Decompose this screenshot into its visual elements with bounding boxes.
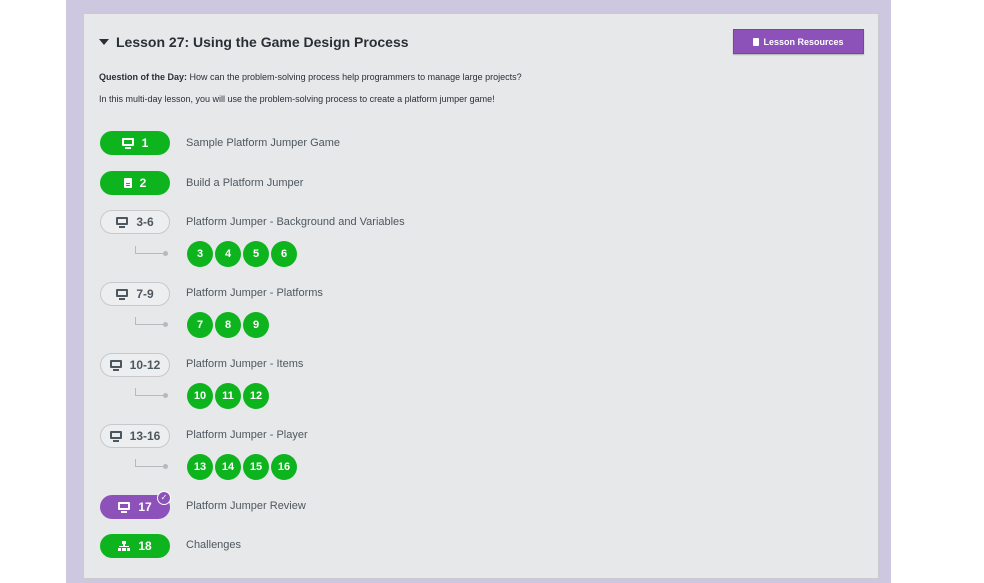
question-label: Question of the Day: <box>99 72 188 82</box>
sublevel-bubble[interactable]: 5 <box>243 241 269 267</box>
lesson-title: Lesson 27: Using the Game Design Process <box>116 34 409 50</box>
level-title[interactable]: Platform Jumper Review <box>186 500 306 512</box>
level-title[interactable]: Challenges <box>186 539 241 551</box>
sublevel-group: 10 11 12 <box>187 383 269 409</box>
level-title[interactable]: Platform Jumper - Background and Variabl… <box>186 216 405 228</box>
caret-down-icon[interactable] <box>99 39 109 45</box>
sublevel-bubble[interactable]: 12 <box>243 383 269 409</box>
level-number: 2 <box>139 176 147 190</box>
monitor-icon <box>118 501 131 513</box>
level-title[interactable]: Build a Platform Jumper <box>186 177 303 189</box>
level-pill-18[interactable]: 18 <box>100 534 170 558</box>
level-title[interactable]: Platform Jumper - Platforms <box>186 287 323 299</box>
level-pill-7-9[interactable]: 7-9 <box>100 282 170 306</box>
sublevel-bubble[interactable]: 10 <box>187 383 213 409</box>
level-number: 13-16 <box>129 429 161 443</box>
sublevel-bubble[interactable]: 13 <box>187 454 213 480</box>
sublevel-bubble[interactable]: 6 <box>271 241 297 267</box>
sublevel-connector <box>135 459 168 469</box>
sublevel-bubble[interactable]: 8 <box>215 312 241 338</box>
sublevel-connector <box>135 317 168 327</box>
level-title[interactable]: Platform Jumper - Player <box>186 429 308 441</box>
level-pill-3-6[interactable]: 3-6 <box>100 210 170 234</box>
sublevel-bubble[interactable]: 9 <box>243 312 269 338</box>
level-number: 17 <box>138 500 152 514</box>
question-text: How can the problem-solving process help… <box>187 72 522 82</box>
sublevel-bubble[interactable]: 16 <box>271 454 297 480</box>
monitor-icon <box>109 359 122 371</box>
level-number: 3-6 <box>136 215 154 229</box>
lesson-resources-label: Lesson Resources <box>763 36 844 47</box>
monitor-icon <box>116 288 129 300</box>
sublevel-bubble[interactable]: 14 <box>215 454 241 480</box>
sublevel-bubble[interactable]: 11 <box>215 383 241 409</box>
level-pill-10-12[interactable]: 10-12 <box>100 353 170 377</box>
lesson-intro: In this multi-day lesson, you will use t… <box>99 94 495 104</box>
lesson-header[interactable]: Lesson 27: Using the Game Design Process <box>99 33 409 51</box>
file-icon <box>753 37 760 46</box>
level-title[interactable]: Platform Jumper - Items <box>186 358 303 370</box>
monitor-icon <box>116 216 129 228</box>
level-pill-13-16[interactable]: 13-16 <box>100 424 170 448</box>
question-of-the-day: Question of the Day: How can the problem… <box>99 72 522 82</box>
sitemap-icon <box>118 541 131 551</box>
level-number: 7-9 <box>136 287 154 301</box>
level-pill-1[interactable]: 1 <box>100 131 170 155</box>
document-icon <box>123 178 132 188</box>
level-number: 1 <box>141 136 149 150</box>
monitor-icon <box>121 137 134 149</box>
sublevel-connector <box>135 388 168 398</box>
sublevel-group: 7 8 9 <box>187 312 269 338</box>
sublevel-group: 3 4 5 6 <box>187 241 297 267</box>
monitor-icon <box>109 430 122 442</box>
sublevel-bubble[interactable]: 4 <box>215 241 241 267</box>
sublevel-bubble[interactable]: 3 <box>187 241 213 267</box>
level-number: 18 <box>138 539 152 553</box>
checkmark-icon: ✓ <box>157 491 171 505</box>
level-title[interactable]: Sample Platform Jumper Game <box>186 137 340 149</box>
level-pill-2[interactable]: 2 <box>100 171 170 195</box>
sublevel-bubble[interactable]: 15 <box>243 454 269 480</box>
sublevel-bubble[interactable]: 7 <box>187 312 213 338</box>
sublevel-group: 13 14 15 16 <box>187 454 297 480</box>
lesson-resources-button[interactable]: Lesson Resources <box>733 29 864 54</box>
level-number: 10-12 <box>129 358 161 372</box>
sublevel-connector <box>135 246 168 256</box>
